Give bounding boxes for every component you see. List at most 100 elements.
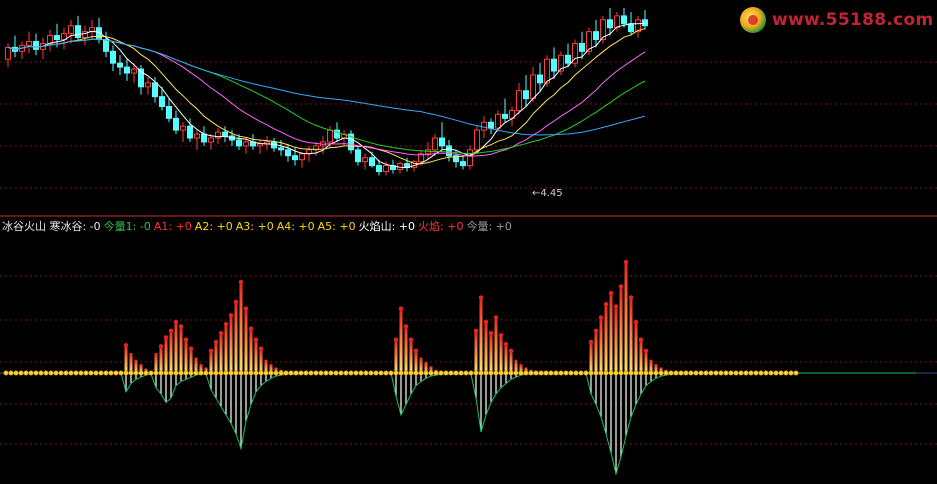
baseline-marker	[463, 370, 469, 376]
baseline-marker	[468, 370, 474, 376]
baseline-marker	[643, 370, 649, 376]
baseline-marker	[148, 370, 154, 376]
baseline-marker	[738, 370, 744, 376]
baseline-marker	[203, 370, 209, 376]
baseline-marker	[188, 370, 194, 376]
candle-body	[621, 15, 627, 25]
flame-bar	[639, 339, 643, 373]
candle-body	[285, 149, 291, 157]
baseline-marker	[733, 370, 739, 376]
baseline-marker	[28, 370, 34, 376]
baseline-marker	[673, 370, 679, 376]
baseline-marker	[743, 370, 749, 376]
baseline-marker	[233, 370, 239, 376]
baseline-marker	[588, 370, 594, 376]
ma60-line	[7, 38, 646, 136]
baseline-marker	[163, 370, 169, 376]
flame-bar	[479, 297, 483, 373]
candle-body	[236, 139, 242, 147]
baseline-marker	[728, 370, 734, 376]
flame-bar	[644, 350, 648, 373]
flame-bar	[184, 339, 188, 373]
baseline-marker	[578, 370, 584, 376]
flame-bar	[229, 315, 233, 373]
baseline-marker	[478, 370, 484, 376]
flame-top-dot	[208, 348, 214, 353]
flame-top-dot	[608, 290, 614, 296]
baseline-marker	[303, 370, 309, 376]
baseline-marker	[648, 370, 654, 376]
flame-top-dot	[643, 348, 649, 353]
baseline-marker	[613, 370, 619, 376]
baseline-marker	[573, 370, 579, 376]
baseline-marker	[103, 370, 109, 376]
baseline-marker	[133, 370, 139, 376]
flame-bar	[414, 350, 418, 373]
yinyang-logo-icon	[740, 7, 766, 33]
flame-bar	[609, 293, 613, 373]
flame-bar	[224, 324, 228, 373]
baseline-marker	[153, 370, 159, 376]
baseline-marker	[533, 370, 539, 376]
baseline-marker	[383, 370, 389, 376]
baseline-marker	[793, 370, 799, 376]
candle-body	[614, 15, 620, 29]
baseline-marker	[183, 370, 189, 376]
watermark: www.55188.com	[740, 6, 934, 34]
baseline-marker	[678, 370, 684, 376]
candle-body	[488, 121, 494, 129]
baseline-marker	[63, 370, 69, 376]
baseline-marker	[83, 370, 89, 376]
baseline-marker	[243, 370, 249, 376]
flame-top-dot	[248, 326, 254, 331]
baseline-marker	[768, 370, 774, 376]
candle-body	[33, 40, 39, 50]
baseline-marker	[553, 370, 559, 376]
candle-body	[446, 145, 452, 157]
indicator-legend: 冰谷火山 寒冰谷: -0 今量1: -0 A1: +0 A2: +0 A3: +0 A4:…	[2, 220, 515, 234]
candle-body	[481, 121, 487, 131]
baseline-marker	[158, 370, 164, 376]
baseline-marker	[753, 370, 759, 376]
baseline-marker	[403, 370, 409, 376]
baseline-marker	[128, 370, 134, 376]
flame-top-dot	[163, 335, 169, 340]
baseline-marker	[488, 370, 494, 376]
flame-bar	[259, 348, 263, 373]
baseline-marker	[653, 370, 659, 376]
candle-body	[369, 157, 375, 167]
baseline-marker	[253, 370, 259, 376]
price-panel	[5, 8, 648, 176]
baseline-marker	[328, 370, 334, 376]
flame-bar	[169, 330, 173, 373]
flame-bar	[509, 350, 513, 373]
baseline-marker	[373, 370, 379, 376]
baseline-marker	[173, 370, 179, 376]
flame-bar	[504, 344, 508, 373]
candle-body	[110, 50, 116, 64]
baseline-marker	[723, 370, 729, 376]
baseline-marker	[538, 370, 544, 376]
baseline-marker	[398, 370, 404, 376]
candle-body	[474, 129, 480, 151]
flame-top-dot	[403, 324, 409, 329]
baseline-marker	[353, 370, 359, 376]
candle-body	[278, 147, 284, 151]
candle-body	[460, 161, 466, 167]
baseline-marker	[363, 370, 369, 376]
flame-top-dot	[183, 337, 189, 342]
baseline-marker	[763, 370, 769, 376]
baseline-marker	[298, 370, 304, 376]
baseline-marker	[608, 370, 614, 376]
flame-bar	[474, 330, 478, 373]
candle-body	[628, 23, 634, 33]
baseline-marker	[228, 370, 234, 376]
flame-top-dot	[603, 301, 609, 307]
baseline-marker	[218, 370, 224, 376]
flame-top-dot	[598, 315, 604, 320]
flame-bar	[219, 333, 223, 373]
flame-top-dot	[618, 284, 624, 289]
baseline-marker	[433, 370, 439, 376]
baseline-marker	[108, 370, 114, 376]
flame-top-dot	[638, 337, 644, 342]
